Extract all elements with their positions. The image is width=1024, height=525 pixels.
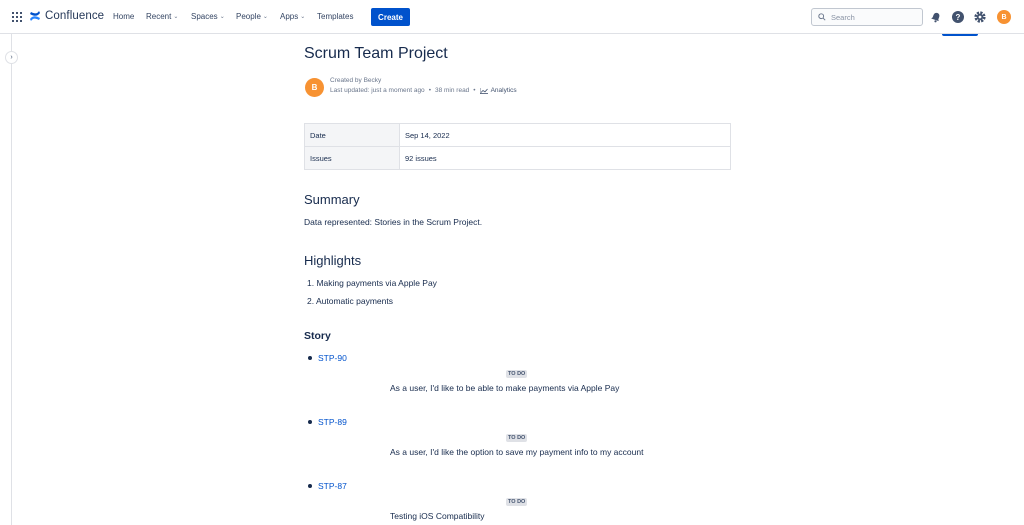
author-avatar[interactable]: B (305, 78, 324, 97)
analytics-link[interactable]: Analytics (479, 87, 517, 94)
page-properties-table: Date Sep 14, 2022 Issues 92 issues (304, 123, 731, 170)
list-bullet (308, 420, 312, 424)
search-box[interactable] (811, 8, 923, 26)
app-switcher-icon[interactable] (12, 12, 22, 22)
confluence-logo-icon (30, 11, 40, 21)
nav-people-label: People (236, 12, 261, 21)
status-badge: TO DO (506, 434, 528, 442)
table-row: Issues 92 issues (304, 146, 731, 170)
table-row: Date Sep 14, 2022 (304, 123, 731, 147)
settings-gear-icon[interactable] (973, 10, 987, 24)
page-byline: Last updated: just a moment ago • 38 min… (330, 87, 517, 94)
list-bullet (308, 356, 312, 360)
confluence-logo[interactable]: Confluence (29, 10, 104, 22)
sidebar-expand-button[interactable]: › (5, 51, 18, 64)
chevron-right-icon: › (10, 54, 13, 61)
nav-apps[interactable]: Apps ⌄ (280, 12, 305, 21)
user-avatar[interactable]: B (997, 10, 1011, 24)
created-by: Created by Becky (330, 77, 382, 84)
help-icon[interactable]: ? (951, 10, 965, 24)
table-cell: 92 issues (399, 146, 731, 170)
search-input[interactable] (831, 12, 921, 22)
story-description: Testing iOS Compatibility (390, 511, 485, 521)
story-description: As a user, I'd like to be able to make p… (390, 383, 620, 393)
separator-dot: • (428, 87, 431, 94)
table-header-cell: Date (304, 123, 400, 147)
story-heading: Story (304, 330, 331, 342)
nav-home-label: Home (113, 12, 135, 21)
story-link-stp-90[interactable]: STP-90 (318, 353, 347, 363)
brand-name: Confluence (45, 10, 105, 22)
nav-spaces-label: Spaces (191, 12, 218, 21)
chevron-down-icon: ⌄ (262, 14, 268, 20)
top-navigation: Confluence Home Recent ⌄ Spaces ⌄ People ⌄ … (0, 0, 1024, 34)
nav-apps-label: Apps (280, 12, 299, 21)
summary-text: Data represented: Stories in the Scrum P… (304, 217, 483, 227)
read-time: 38 min read (434, 87, 470, 94)
separator-dot: • (473, 87, 476, 94)
highlight-item: 1. Making payments via Apple Pay (307, 278, 437, 288)
status-badge: TO DO (506, 498, 528, 506)
highlights-heading: Highlights (304, 253, 362, 268)
nav-recent[interactable]: Recent ⌄ (146, 12, 178, 21)
table-header-cell: Issues (304, 146, 400, 170)
highlight-item: 2. Automatic payments (307, 296, 393, 306)
nav-spaces[interactable]: Spaces ⌄ (191, 12, 225, 21)
header-action-tab[interactable] (942, 34, 978, 36)
nav-recent-label: Recent (146, 12, 172, 21)
svg-text:?: ? (956, 13, 961, 22)
nav-templates[interactable]: Templates (317, 12, 353, 21)
sidebar-divider (11, 34, 12, 525)
chevron-down-icon: ⌄ (173, 14, 179, 20)
nav-templates-label: Templates (317, 12, 354, 21)
story-description: As a user, I'd like the option to save m… (390, 447, 644, 457)
create-button[interactable]: Create (371, 8, 410, 26)
story-link-stp-89[interactable]: STP-89 (318, 417, 347, 427)
notifications-icon[interactable] (929, 10, 943, 24)
table-cell: Sep 14, 2022 (399, 123, 731, 147)
status-badge: TO DO (506, 370, 528, 378)
chevron-down-icon: ⌄ (219, 14, 225, 20)
list-bullet (308, 484, 312, 488)
nav-home[interactable]: Home (113, 12, 134, 21)
last-updated[interactable]: Last updated: just a moment ago (330, 87, 425, 94)
summary-heading: Summary (304, 192, 360, 207)
search-icon (818, 13, 826, 21)
chevron-down-icon: ⌄ (300, 14, 306, 20)
analytics-label: Analytics (490, 87, 517, 94)
page-title: Scrum Team Project (304, 45, 448, 62)
story-link-stp-87[interactable]: STP-87 (318, 481, 347, 491)
analytics-chart-icon (479, 87, 488, 94)
nav-people[interactable]: People ⌄ (236, 12, 268, 21)
